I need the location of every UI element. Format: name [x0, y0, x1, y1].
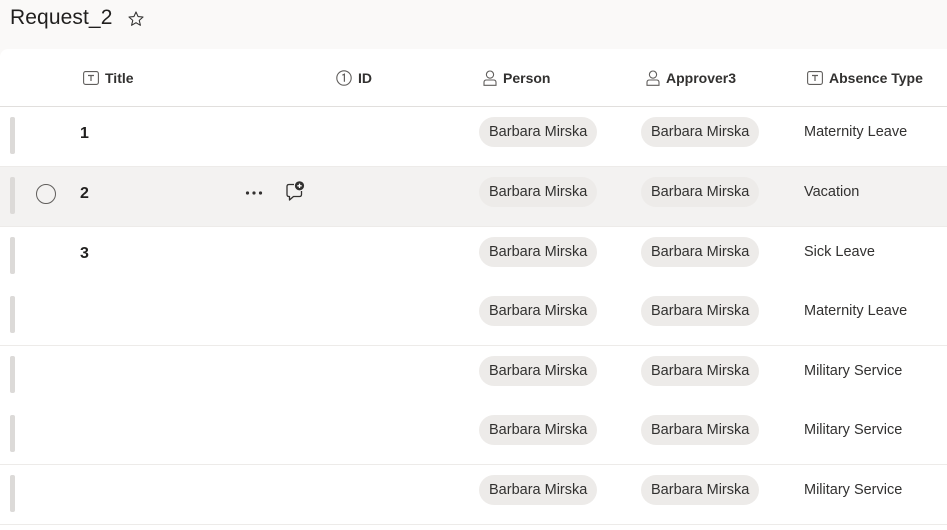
person-pill[interactable]: Barbara Mirska — [479, 117, 598, 147]
column-header-approver3-label: Approver3 — [666, 70, 737, 86]
person-pill[interactable]: Barbara Mirska — [479, 296, 598, 326]
row-indicator — [10, 237, 15, 274]
title-bar: Request_2 — [0, 0, 947, 48]
approver-pill[interactable]: Barbara Mirska — [641, 356, 760, 386]
column-header-title-label: Title — [105, 70, 134, 86]
table-row[interactable]: Barbara Mirska Barbara Mirska Military S… — [0, 465, 947, 525]
approver-pill[interactable]: Barbara Mirska — [641, 117, 760, 147]
table-row[interactable]: Barbara Mirska Barbara Mirska Maternity … — [0, 286, 947, 346]
row-title[interactable]: 3 — [80, 245, 89, 263]
person-pill[interactable]: Barbara Mirska — [479, 237, 598, 267]
person-column-icon — [483, 70, 497, 86]
row-select-checkbox[interactable] — [36, 184, 56, 204]
table-row[interactable]: Barbara Mirska Barbara Mirska Military S… — [0, 346, 947, 406]
row-indicator — [10, 117, 15, 154]
person-pill[interactable]: Barbara Mirska — [479, 475, 598, 505]
absence-type-cell: Military Service — [804, 363, 903, 379]
approver-pill[interactable]: Barbara Mirska — [641, 415, 760, 445]
column-header-row: Title ID Person Approver3 Absence Type — [0, 49, 947, 107]
column-header-id[interactable]: ID — [336, 68, 372, 88]
text-column-icon — [807, 71, 823, 85]
person-pill[interactable]: Barbara Mirska — [479, 356, 598, 386]
column-header-approver3[interactable]: Approver3 — [646, 68, 736, 88]
row-title[interactable]: 1 — [80, 125, 89, 143]
column-header-person-label: Person — [503, 70, 551, 86]
absence-type-cell: Maternity Leave — [804, 124, 908, 140]
row-indicator — [10, 296, 15, 333]
table-row[interactable]: Barbara Mirska Barbara Mirska Military S… — [0, 405, 947, 465]
table-row[interactable]: 2 Barbara Mirska Barbara Mirska Vacation — [0, 167, 947, 227]
person-pill[interactable]: Barbara Mirska — [479, 177, 598, 207]
row-indicator — [10, 177, 15, 214]
person-pill[interactable]: Barbara Mirska — [479, 415, 598, 445]
table-row[interactable]: 3 Barbara Mirska Barbara Mirska Sick Lea… — [0, 227, 947, 287]
text-column-icon — [83, 71, 99, 85]
absence-type-cell: Vacation — [804, 184, 860, 200]
absence-type-cell: Maternity Leave — [804, 303, 908, 319]
row-indicator — [10, 415, 15, 452]
row-title[interactable]: 2 — [80, 185, 89, 203]
absence-type-cell: Military Service — [804, 422, 903, 438]
person-column-icon — [646, 70, 660, 86]
approver-pill[interactable]: Barbara Mirska — [641, 296, 760, 326]
approver-pill[interactable]: Barbara Mirska — [641, 177, 760, 207]
table-row[interactable]: 1 Barbara Mirska Barbara Mirska Maternit… — [0, 107, 947, 167]
column-header-person[interactable]: Person — [483, 68, 550, 88]
approver-pill[interactable]: Barbara Mirska — [641, 475, 760, 505]
more-horizontal-icon[interactable] — [244, 181, 264, 205]
add-comment-icon[interactable] — [284, 180, 306, 204]
absence-type-cell: Military Service — [804, 482, 903, 498]
row-indicator — [10, 356, 15, 393]
number-column-icon — [336, 70, 352, 86]
column-header-absence-type-label: Absence Type — [829, 70, 923, 86]
absence-type-cell: Sick Leave — [804, 244, 875, 260]
column-header-title[interactable]: Title — [83, 68, 134, 88]
list-grid: Title ID Person Approver3 Absence Type 1… — [0, 49, 947, 530]
star-outline-icon[interactable] — [127, 10, 145, 28]
approver-pill[interactable]: Barbara Mirska — [641, 237, 760, 267]
column-header-absence-type[interactable]: Absence Type — [807, 68, 923, 88]
row-indicator — [10, 475, 15, 512]
page-title: Request_2 — [10, 6, 113, 29]
column-header-id-label: ID — [358, 70, 372, 86]
